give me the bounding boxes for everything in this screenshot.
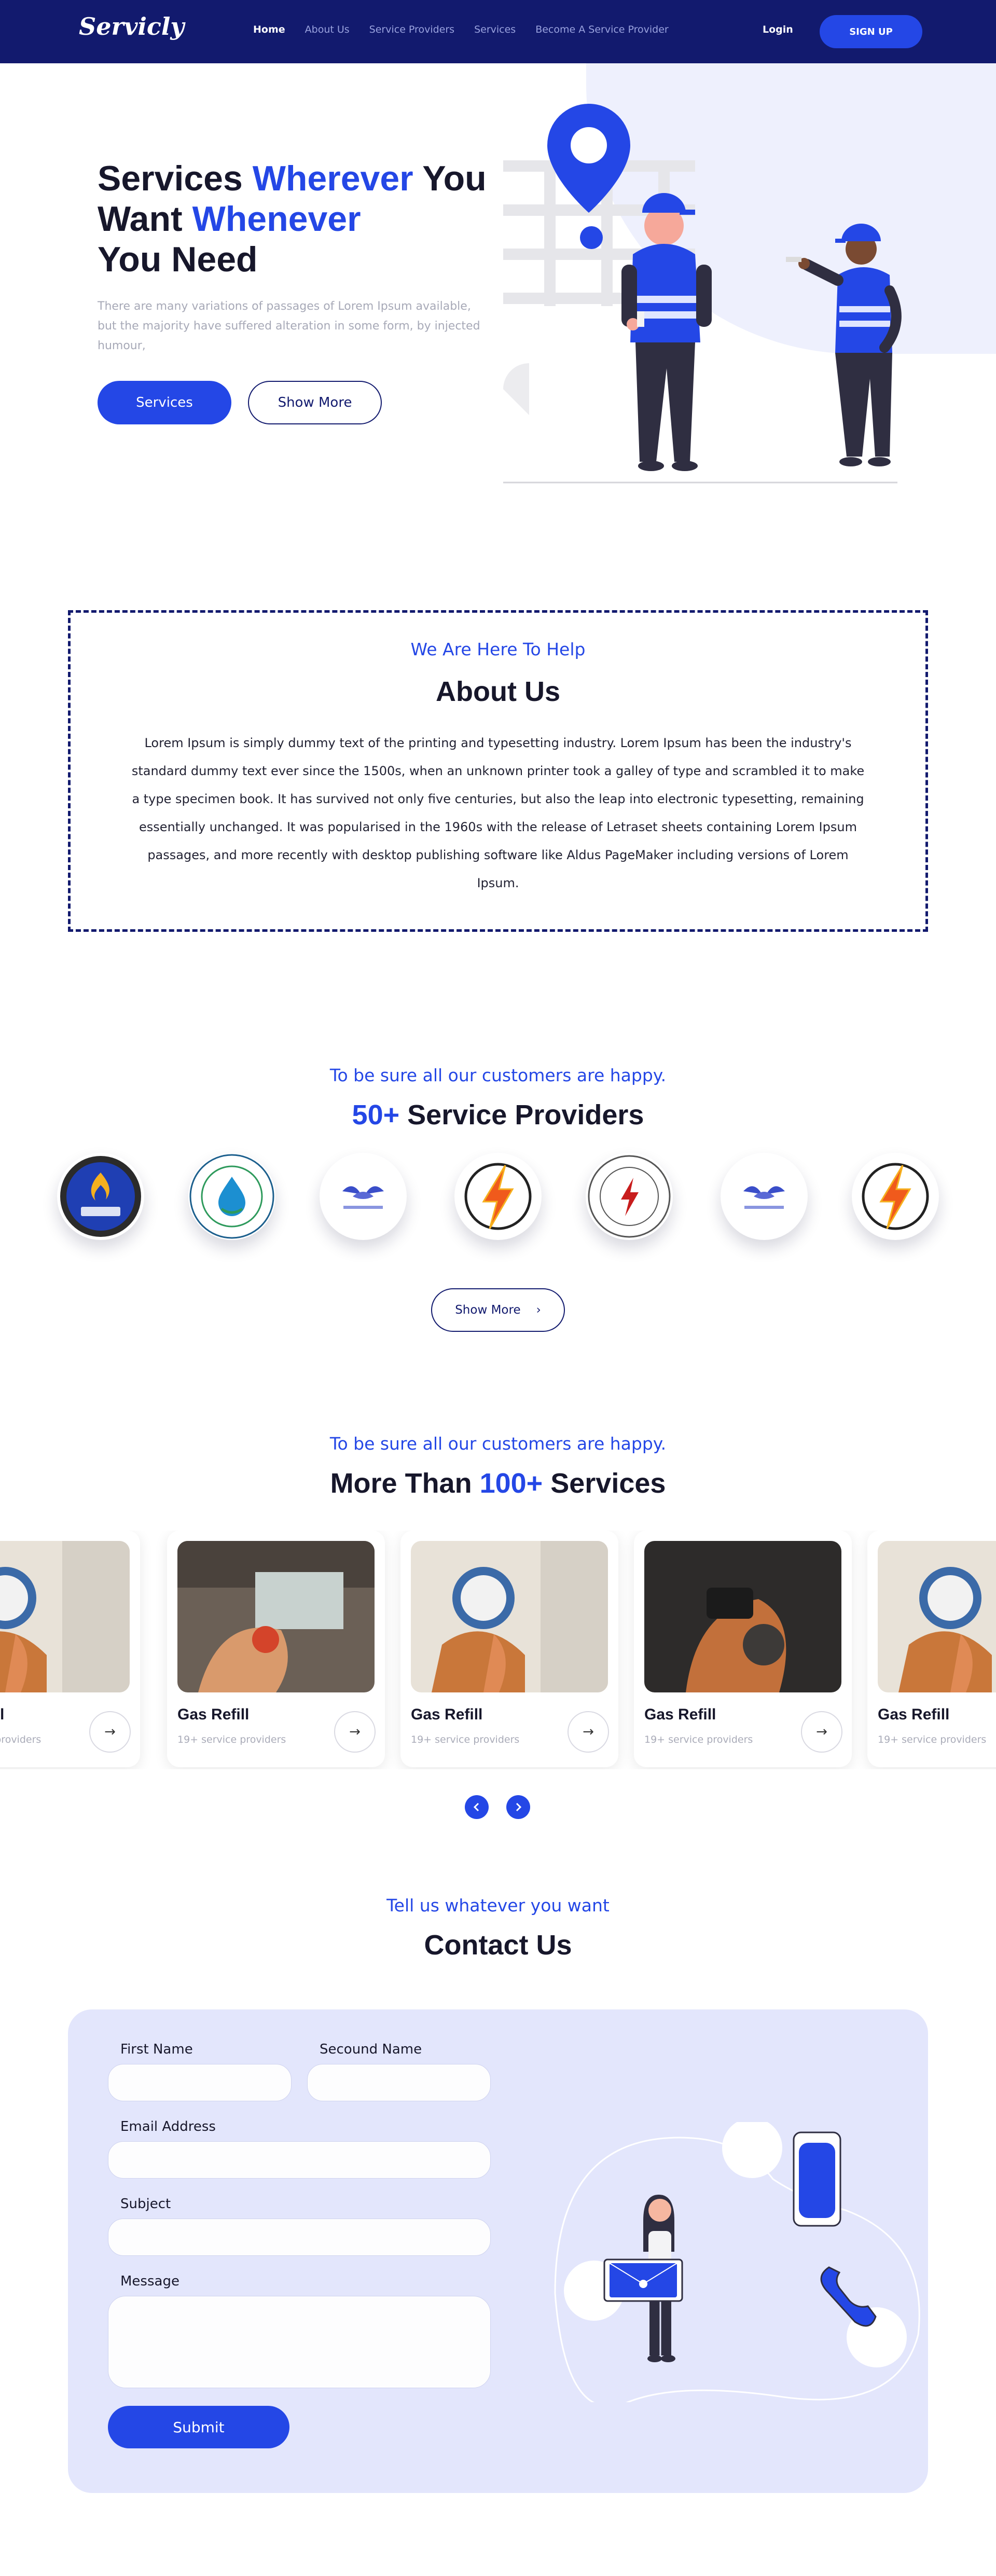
contact-eyebrow: Tell us whatever you want bbox=[386, 1895, 610, 1916]
service-card-title: Gas Refill bbox=[411, 1706, 483, 1723]
top-navbar: Servicly Home About Us Service Providers… bbox=[0, 0, 996, 63]
service-card[interactable]: Gas Refill 19+ service providers → bbox=[167, 1531, 385, 1767]
signup-button[interactable]: SIGN UP bbox=[820, 15, 922, 48]
services-button[interactable]: Services bbox=[98, 381, 231, 424]
hero-title-highlight: Whenever bbox=[192, 199, 361, 239]
login-link[interactable]: Login bbox=[763, 24, 793, 35]
service-card-title: Gas Refill bbox=[878, 1706, 950, 1723]
email-field[interactable] bbox=[108, 2141, 491, 2179]
submit-button[interactable]: Submit bbox=[108, 2406, 289, 2448]
email-label: Email Address bbox=[120, 2119, 216, 2134]
hero-show-more-button[interactable]: Show More bbox=[248, 381, 382, 424]
message-label: Message bbox=[120, 2274, 179, 2289]
nav-link-become-provider[interactable]: Become A Service Provider bbox=[535, 24, 669, 35]
service-card-image bbox=[411, 1541, 608, 1692]
hero-description: There are many variations of passages of… bbox=[98, 300, 480, 352]
nav-link-about-us[interactable]: About Us bbox=[305, 24, 350, 35]
service-card-image bbox=[0, 1541, 130, 1692]
service-card-image bbox=[644, 1541, 841, 1692]
first-name-field[interactable] bbox=[108, 2064, 292, 2101]
chevron-right-icon: › bbox=[536, 1303, 541, 1317]
providers-count: 50+ bbox=[352, 1099, 400, 1131]
provider-logo-2[interactable] bbox=[188, 1153, 275, 1240]
service-card[interactable]: Gas Refill 19+ service providers → bbox=[400, 1531, 618, 1767]
service-card[interactable]: Gas Refill 19+ service providers → bbox=[867, 1531, 996, 1767]
arrow-right-icon[interactable]: → bbox=[334, 1711, 376, 1753]
providers-title: 50+ Service Providers bbox=[0, 1099, 996, 1131]
brand-logo[interactable]: Servicly bbox=[79, 12, 184, 40]
services-eyebrow: To be sure all our customers are happy. bbox=[329, 1434, 667, 1454]
workers-illustration bbox=[503, 104, 902, 484]
providers-show-more-label: Show More bbox=[455, 1303, 521, 1317]
second-name-field[interactable] bbox=[307, 2064, 491, 2101]
chevron-left-icon bbox=[473, 1802, 479, 1812]
birds-emblem-logo-icon bbox=[743, 1186, 785, 1209]
subject-label: Subject bbox=[120, 2196, 171, 2212]
provider-logo-6[interactable] bbox=[721, 1153, 808, 1240]
birds-emblem-logo-icon bbox=[342, 1186, 384, 1209]
lightning-logo-icon bbox=[862, 1163, 929, 1230]
hero-title-highlight: Wherever bbox=[252, 159, 413, 198]
about-title: About Us bbox=[436, 676, 560, 707]
arrow-right-icon[interactable]: → bbox=[568, 1711, 609, 1753]
service-card-image bbox=[177, 1541, 375, 1692]
electricity-company-logo-icon bbox=[588, 1155, 671, 1238]
service-card-subtitle: 19+ service providers bbox=[0, 1734, 42, 1745]
providers-show-more-button[interactable]: Show More › bbox=[431, 1288, 565, 1332]
about-eyebrow: We Are Here To Help bbox=[410, 639, 586, 659]
chevron-right-icon bbox=[516, 1802, 522, 1812]
service-card-title: Gas Refill bbox=[644, 1706, 716, 1723]
subject-field[interactable] bbox=[108, 2219, 491, 2256]
carousel-prev-button[interactable] bbox=[465, 1795, 489, 1819]
service-card-title: Gas Refill bbox=[177, 1706, 250, 1723]
nav-link-services[interactable]: Services bbox=[474, 24, 516, 35]
service-card-subtitle: 19+ service providers bbox=[177, 1734, 286, 1745]
service-card-title: Gas Refill bbox=[0, 1706, 5, 1723]
services-title-text: More Than bbox=[330, 1468, 480, 1499]
services-count: 100+ bbox=[479, 1468, 543, 1499]
first-name-label: First Name bbox=[120, 2042, 193, 2057]
service-card-subtitle: 19+ service providers bbox=[644, 1734, 753, 1745]
nav-link-home[interactable]: Home bbox=[253, 24, 285, 35]
service-card[interactable]: Gas Refill 19+ service providers → bbox=[634, 1531, 852, 1767]
arrow-right-icon[interactable]: → bbox=[801, 1711, 842, 1753]
provider-logo-3[interactable] bbox=[320, 1153, 407, 1240]
provider-logo-7[interactable] bbox=[852, 1153, 939, 1240]
provider-logo-5[interactable] bbox=[586, 1153, 673, 1240]
hero-title-part: You Need bbox=[98, 240, 258, 279]
providers-logo-row bbox=[0, 1153, 996, 1257]
water-authority-logo-icon bbox=[189, 1154, 274, 1239]
contact-title: Contact Us bbox=[424, 1930, 572, 1961]
hero-title: Services Wherever You Want Whenever You … bbox=[98, 158, 492, 280]
arrow-right-icon[interactable]: → bbox=[89, 1711, 131, 1753]
provider-logo-4[interactable] bbox=[454, 1153, 542, 1240]
carousel-next-button[interactable] bbox=[506, 1795, 530, 1819]
services-carousel: Gas Refill 19+ service providers → Gas R… bbox=[0, 1531, 996, 1769]
service-card-image bbox=[878, 1541, 996, 1692]
service-card-subtitle: 19+ service providers bbox=[878, 1734, 987, 1745]
services-title-text: Services bbox=[543, 1468, 666, 1499]
service-card-subtitle: 19+ service providers bbox=[411, 1734, 520, 1745]
gas-company-logo-icon bbox=[60, 1156, 141, 1237]
nav-link-service-providers[interactable]: Service Providers bbox=[369, 24, 454, 35]
providers-eyebrow: To be sure all our customers are happy. bbox=[329, 1065, 667, 1085]
provider-logo-1[interactable] bbox=[57, 1153, 144, 1240]
providers-title-text: Service Providers bbox=[399, 1099, 644, 1131]
message-textarea[interactable] bbox=[108, 2296, 491, 2388]
hero-title-part: Services bbox=[98, 159, 253, 198]
about-text: Lorem Ipsum is simply dummy text of the … bbox=[131, 736, 865, 890]
service-card[interactable]: Gas Refill 19+ service providers → bbox=[0, 1531, 140, 1767]
lightning-logo-icon bbox=[464, 1163, 532, 1230]
services-title: More Than 100+ Services bbox=[0, 1467, 996, 1499]
second-name-label: Secound Name bbox=[320, 2042, 422, 2057]
contact-illustration bbox=[554, 2122, 920, 2402]
nav-links: Home About Us Service Providers Services… bbox=[253, 24, 669, 35]
